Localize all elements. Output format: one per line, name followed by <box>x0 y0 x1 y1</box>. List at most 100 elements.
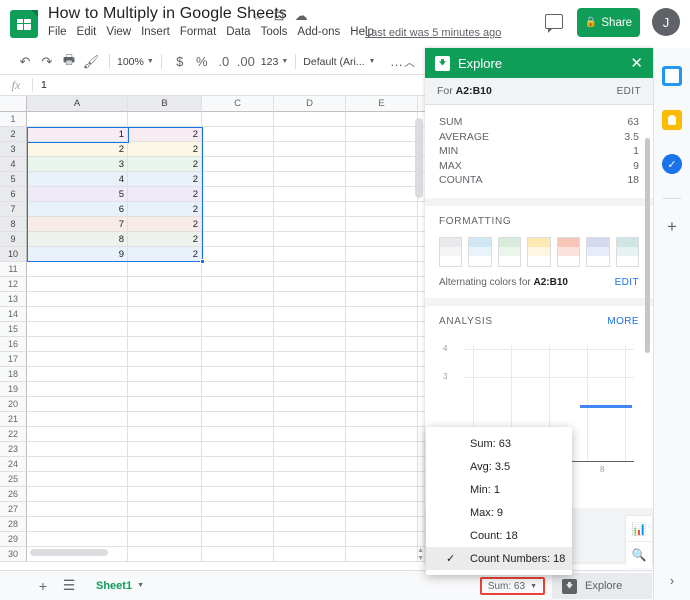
cell-C3[interactable] <box>202 142 274 157</box>
cell-B26[interactable] <box>128 487 202 502</box>
cell-E21[interactable] <box>346 412 418 427</box>
cell-A6[interactable]: 5 <box>27 187 128 202</box>
undo-icon[interactable]: ↶ <box>14 51 36 73</box>
cell-F17[interactable] <box>418 352 425 367</box>
cell-E29[interactable] <box>346 532 418 547</box>
menu-tools[interactable]: Tools <box>261 26 288 38</box>
row-header-18[interactable]: 18 <box>0 367 27 382</box>
cell-F21[interactable] <box>418 412 425 427</box>
menu-addons[interactable]: Add-ons <box>297 26 340 38</box>
cell-D10[interactable] <box>274 247 346 262</box>
cell-B10[interactable]: 2 <box>128 247 202 262</box>
cell-B2[interactable]: 2 <box>128 127 202 142</box>
horizontal-scrollbar[interactable] <box>30 549 108 556</box>
cell-D23[interactable] <box>274 442 346 457</box>
row-header-21[interactable]: 21 <box>0 412 27 427</box>
cell-D7[interactable] <box>274 202 346 217</box>
alternating-edit-button[interactable]: EDIT <box>615 277 639 288</box>
row-header-2[interactable]: 2 <box>0 127 27 142</box>
row-header-17[interactable]: 17 <box>0 352 27 367</box>
cell-F16[interactable] <box>418 337 425 352</box>
cell-F22[interactable] <box>418 427 425 442</box>
cell-C1[interactable] <box>202 112 274 127</box>
cell-D13[interactable] <box>274 292 346 307</box>
cell-C6[interactable] <box>202 187 274 202</box>
cell-F10[interactable] <box>418 247 425 262</box>
cell-A7[interactable]: 6 <box>27 202 128 217</box>
row-header-27[interactable]: 27 <box>0 502 27 517</box>
vertical-scrollbar[interactable] <box>415 118 423 198</box>
cell-D8[interactable] <box>274 217 346 232</box>
cell-E14[interactable] <box>346 307 418 322</box>
cell-C22[interactable] <box>202 427 274 442</box>
cell-F24[interactable] <box>418 457 425 472</box>
alt-colors-purple[interactable] <box>586 236 610 267</box>
cell-E7[interactable] <box>346 202 418 217</box>
status-sum-chip[interactable]: Sum: 63 ▼ <box>479 577 545 595</box>
cell-A29[interactable] <box>27 532 128 547</box>
cell-C19[interactable] <box>202 382 274 397</box>
cell-F29[interactable] <box>418 532 425 547</box>
cell-C29[interactable] <box>202 532 274 547</box>
menu-format[interactable]: Format <box>180 26 216 38</box>
alt-colors-gray[interactable] <box>439 236 463 267</box>
cell-A14[interactable] <box>27 307 128 322</box>
context-menu-item[interactable]: Sum: 63 <box>426 432 572 455</box>
cell-F28[interactable] <box>418 517 425 532</box>
cell-F7[interactable] <box>418 202 425 217</box>
cell-E19[interactable] <box>346 382 418 397</box>
menu-view[interactable]: View <box>106 26 131 38</box>
google-sheets-logo[interactable] <box>10 10 38 38</box>
cell-B3[interactable]: 2 <box>128 142 202 157</box>
row-header-14[interactable]: 14 <box>0 307 27 322</box>
cell-A22[interactable] <box>27 427 128 442</box>
cell-E1[interactable] <box>346 112 418 127</box>
redo-icon[interactable]: ↷ <box>36 51 58 73</box>
cell-A3[interactable]: 2 <box>27 142 128 157</box>
row-header-22[interactable]: 22 <box>0 427 27 442</box>
cloud-status-icon[interactable]: ☁ <box>295 9 308 23</box>
cell-F12[interactable] <box>418 277 425 292</box>
cell-E10[interactable] <box>346 247 418 262</box>
cell-E24[interactable] <box>346 457 418 472</box>
cell-A27[interactable] <box>27 502 128 517</box>
close-icon[interactable]: ✕ <box>630 56 643 71</box>
cell-B4[interactable]: 2 <box>128 157 202 172</box>
row-header-9[interactable]: 9 <box>0 232 27 247</box>
row-header-12[interactable]: 12 <box>0 277 27 292</box>
expand-rail-icon[interactable]: › <box>670 573 674 588</box>
cell-A18[interactable] <box>27 367 128 382</box>
cell-A11[interactable] <box>27 262 128 277</box>
cell-F13[interactable] <box>418 292 425 307</box>
cell-F20[interactable] <box>418 397 425 412</box>
cell-C12[interactable] <box>202 277 274 292</box>
cell-D26[interactable] <box>274 487 346 502</box>
column-header-e[interactable]: E <box>346 96 418 112</box>
cell-A8[interactable]: 7 <box>27 217 128 232</box>
cell-C14[interactable] <box>202 307 274 322</box>
row-header-30[interactable]: 30 <box>0 547 27 562</box>
cell-D3[interactable] <box>274 142 346 157</box>
cell-C16[interactable] <box>202 337 274 352</box>
collapse-toolbar-icon[interactable]: ︿ <box>404 54 415 70</box>
cell-B28[interactable] <box>128 517 202 532</box>
cell-A5[interactable]: 4 <box>27 172 128 187</box>
cell-C11[interactable] <box>202 262 274 277</box>
font-selector[interactable]: Default (Ari... ▼ <box>303 56 375 68</box>
cell-A21[interactable] <box>27 412 128 427</box>
row-header-6[interactable]: 6 <box>0 187 27 202</box>
cell-A24[interactable] <box>27 457 128 472</box>
cell-A26[interactable] <box>27 487 128 502</box>
cell-C5[interactable] <box>202 172 274 187</box>
row-header-5[interactable]: 5 <box>0 172 27 187</box>
cell-B15[interactable] <box>128 322 202 337</box>
row-header-15[interactable]: 15 <box>0 322 27 337</box>
cell-B22[interactable] <box>128 427 202 442</box>
row-header-8[interactable]: 8 <box>0 217 27 232</box>
menu-insert[interactable]: Insert <box>141 26 170 38</box>
cell-D28[interactable] <box>274 517 346 532</box>
cell-A9[interactable]: 8 <box>27 232 128 247</box>
cell-E26[interactable] <box>346 487 418 502</box>
menu-data[interactable]: Data <box>226 26 250 38</box>
cell-B27[interactable] <box>128 502 202 517</box>
